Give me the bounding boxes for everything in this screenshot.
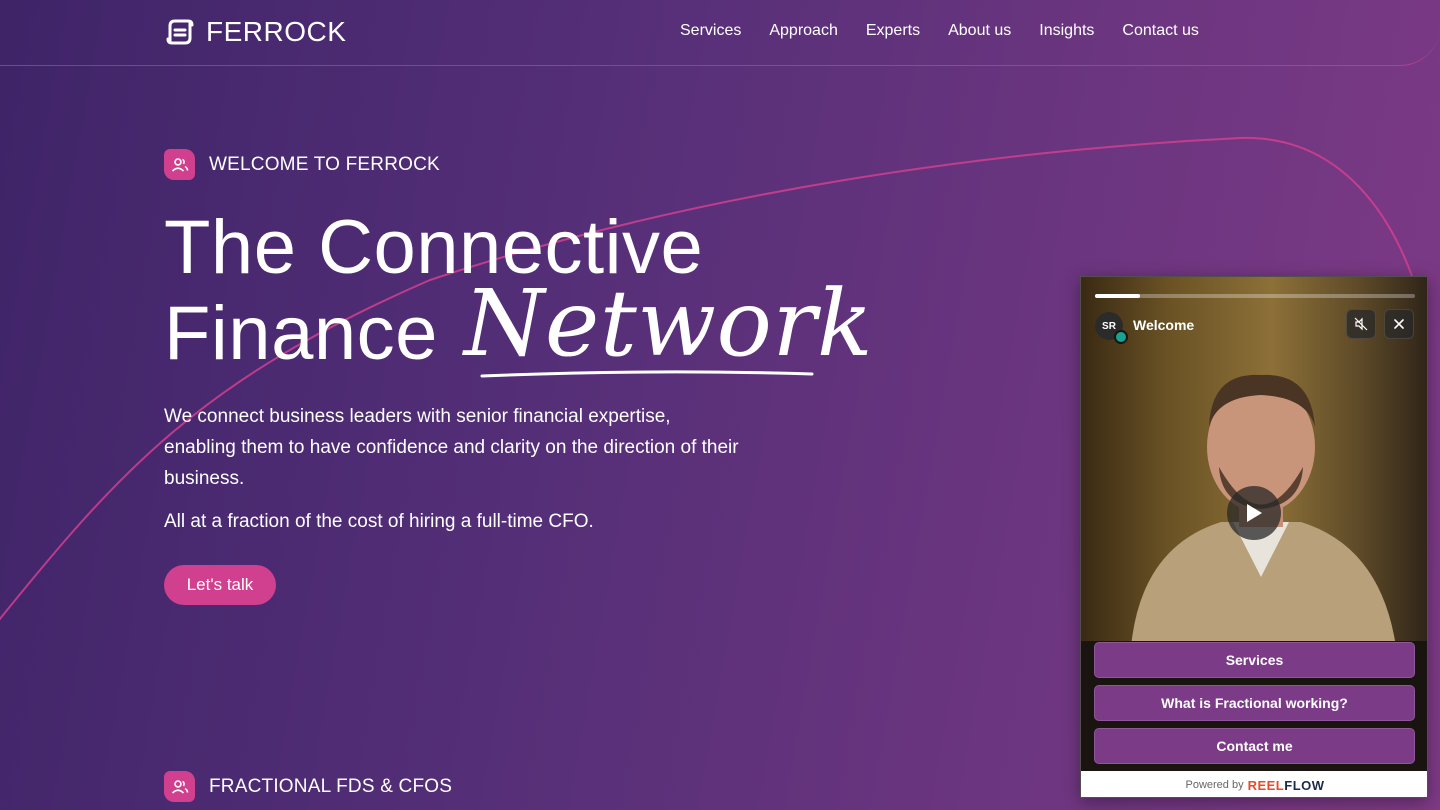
close-button[interactable] (1384, 309, 1414, 339)
hero-description: We connect business leaders with senior … (164, 406, 739, 489)
option-fractional-working[interactable]: What is Fractional working? (1094, 685, 1415, 721)
option-services[interactable]: Services (1094, 642, 1415, 678)
mute-button[interactable] (1346, 309, 1376, 339)
nav-experts[interactable]: Experts (866, 21, 920, 41)
avatar: SR (1095, 312, 1128, 344)
title-underline (480, 370, 814, 378)
section-eyebrow: FRACTIONAL FDS & CFOS (164, 771, 452, 802)
play-icon (1247, 504, 1262, 522)
reelflow-logo-part2: FLOW (1284, 777, 1325, 793)
reelflow-logo-part1: REEL (1247, 777, 1285, 793)
hero-title-line2: Finance Network (164, 278, 873, 376)
hero-eyebrow-label: WELCOME TO FERROCK (209, 153, 440, 175)
play-button[interactable] (1227, 486, 1281, 540)
main-nav: Services Approach Experts About us Insig… (680, 21, 1199, 41)
logo-wordmark: FERROCK (206, 16, 347, 47)
hero-title-plain: Finance (164, 291, 438, 376)
powered-by-footer[interactable]: Powered by REELFLOW (1081, 771, 1427, 797)
video-player[interactable]: SR Welcome (1081, 277, 1427, 647)
video-widget: SR Welcome Services What is Fractional w… (1080, 276, 1428, 798)
ferrock-logo-icon (166, 19, 194, 45)
widget-options: Services What is Fractional working? Con… (1081, 641, 1427, 771)
close-icon (1394, 319, 1404, 329)
logo[interactable]: FERROCK (164, 16, 346, 48)
hero-eyebrow: WELCOME TO FERROCK (164, 149, 440, 180)
video-progress-bar[interactable] (1095, 294, 1415, 298)
hero-title: The Connective Finance Network (164, 208, 873, 374)
nav-approach[interactable]: Approach (769, 21, 838, 41)
option-contact-me[interactable]: Contact me (1094, 728, 1415, 764)
powered-by-label: Powered by (1185, 779, 1244, 791)
users-icon (164, 149, 195, 180)
nav-contact-us[interactable]: Contact us (1122, 21, 1198, 41)
nav-about-us[interactable]: About us (948, 21, 1011, 41)
nav-services[interactable]: Services (680, 21, 741, 41)
site-header: FERROCK Services Approach Experts About … (0, 0, 1440, 66)
verified-check-icon (1114, 330, 1128, 344)
video-title: Welcome (1133, 317, 1195, 333)
speaker-muted-icon (1354, 317, 1368, 331)
hero-subdescription: All at a fraction of the cost of hiring … (164, 511, 594, 532)
lets-talk-button[interactable]: Let's talk (164, 565, 276, 605)
section-eyebrow-label: FRACTIONAL FDS & CFOS (209, 775, 453, 797)
reelflow-logo: REELFLOW (1248, 778, 1325, 793)
video-progress-fill (1095, 294, 1140, 298)
avatar-initials: SR (1102, 320, 1116, 332)
users-icon (164, 771, 195, 802)
nav-insights[interactable]: Insights (1039, 21, 1094, 41)
hero-title-script: Network (463, 270, 874, 377)
